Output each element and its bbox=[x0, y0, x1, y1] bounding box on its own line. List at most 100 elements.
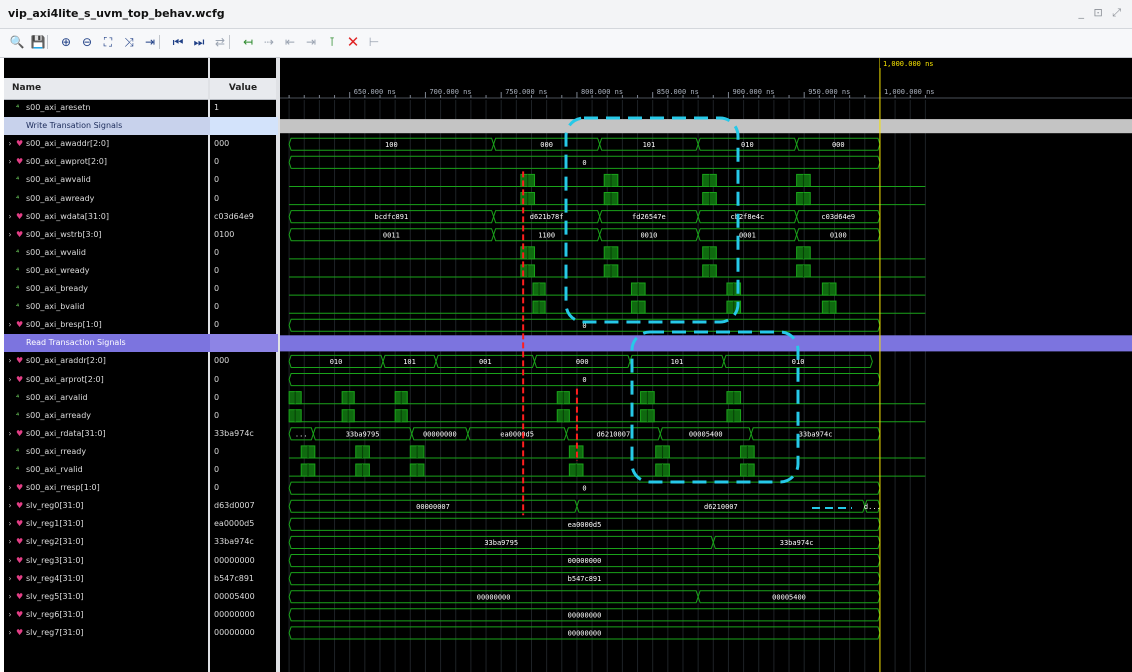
signal-row[interactable]: › ♥ slv_reg5[31:0] bbox=[4, 588, 208, 606]
expand-chevron-icon[interactable]: › bbox=[4, 570, 16, 588]
zoom-fit-icon[interactable]: ⛶ bbox=[99, 33, 117, 51]
expand-chevron-icon[interactable]: › bbox=[4, 497, 16, 515]
signal-row[interactable]: ⁴ s00_axi_bready bbox=[4, 280, 208, 298]
bus-signal-icon: ♥ bbox=[16, 555, 24, 565]
signal-row[interactable]: ⁴ s00_axi_awvalid bbox=[4, 171, 208, 189]
bus-value-label: 101 bbox=[643, 141, 656, 149]
signal-row[interactable]: › ♥ s00_axi_wdata[31:0] bbox=[4, 208, 208, 226]
signal-row[interactable]: › ♥ s00_axi_wstrb[3:0] bbox=[4, 226, 208, 244]
signal-name: s00_axi_bready bbox=[26, 284, 89, 293]
signal-group-row[interactable]: Read Transaction Signals bbox=[4, 334, 218, 353]
bus-value-label: 0100 bbox=[830, 231, 847, 239]
bus-value-label: 00000000 bbox=[568, 557, 602, 565]
go-to-end-icon[interactable]: ⏭ bbox=[190, 33, 208, 51]
bus-signal-icon: ♥ bbox=[16, 573, 24, 583]
signal-name: s00_axi_awvalid bbox=[26, 175, 91, 185]
signal-name: s00_axi_arready bbox=[26, 410, 92, 420]
signal-row[interactable]: ⁴ s00_axi_aresetn bbox=[4, 103, 208, 115]
waveform-svg[interactable]: 650.000 ns 700.000 ns 750.000 ns 800.000 ns… bbox=[280, 58, 1132, 672]
signal-row[interactable]: › ♥ s00_axi_araddr[2:0] bbox=[4, 352, 208, 370]
signal-row[interactable]: › ♥ s00_axi_awprot[2:0] bbox=[4, 153, 208, 171]
window-controls[interactable]: _ ⊡ ⤢ bbox=[1078, 6, 1124, 20]
expand-chevron-icon[interactable]: › bbox=[4, 135, 16, 153]
zoom-out-icon[interactable]: ⊖ bbox=[78, 33, 96, 51]
prev-transition-icon[interactable]: ↤ bbox=[239, 33, 257, 51]
prev-marker-icon[interactable]: ⇤ bbox=[281, 33, 299, 51]
zoom-in-icon[interactable]: ⊕ bbox=[57, 33, 75, 51]
go-to-cursor-icon[interactable]: ⤨ bbox=[120, 33, 138, 51]
signal-row[interactable]: ⁴ s00_axi_awready bbox=[4, 190, 208, 208]
expand-chevron-icon[interactable]: › bbox=[4, 479, 16, 497]
expand-chevron-icon[interactable]: › bbox=[4, 425, 16, 443]
signal-row[interactable]: › ♥ s00_axi_rdata[31:0] bbox=[4, 425, 208, 443]
expand-chevron-icon[interactable]: › bbox=[4, 533, 16, 551]
bit-signal-icon: ⁴ bbox=[16, 265, 20, 275]
save-icon[interactable]: 💾 bbox=[29, 33, 47, 51]
signal-row[interactable]: › ♥ slv_reg0[31:0] bbox=[4, 497, 208, 515]
delete-icon[interactable]: ✕ bbox=[344, 33, 362, 51]
signal-value: 0 bbox=[214, 483, 220, 493]
expand-chevron-icon[interactable]: › bbox=[4, 606, 16, 624]
axis-tick-label: 750.000 ns bbox=[505, 88, 547, 96]
signal-row[interactable]: ⁴ s00_axi_arvalid bbox=[4, 389, 208, 407]
axis-tick-label: 950.000 ns bbox=[808, 88, 850, 96]
signal-row[interactable]: › ♥ s00_axi_arprot[2:0] bbox=[4, 371, 208, 389]
signal-row[interactable]: › ♥ slv_reg6[31:0] bbox=[4, 606, 208, 624]
expand-chevron-icon[interactable]: › bbox=[4, 371, 16, 389]
expand-chevron-icon[interactable]: › bbox=[4, 588, 16, 606]
bus-signal-icon: ♥ bbox=[16, 356, 24, 366]
signal-row[interactable]: › ♥ slv_reg7[31:0] bbox=[4, 624, 208, 642]
signal-group-row[interactable]: Write Transation Signals bbox=[4, 117, 218, 136]
signal-row[interactable]: › ♥ s00_axi_awaddr[2:0] bbox=[4, 135, 208, 153]
signal-name: Write Transation Signals bbox=[26, 121, 123, 131]
signal-row[interactable]: › ♥ slv_reg3[31:0] bbox=[4, 552, 208, 570]
expand-chevron-icon[interactable]: › bbox=[4, 153, 16, 171]
expand-chevron-icon[interactable]: › bbox=[4, 515, 16, 533]
bus-value-label: 000 bbox=[540, 141, 553, 149]
signal-row[interactable]: ⁴ s00_axi_arready bbox=[4, 407, 208, 425]
bit-signal-icon: ⁴ bbox=[16, 247, 20, 257]
value-column-header[interactable]: Value bbox=[210, 78, 276, 100]
bus-value-label: ... bbox=[295, 430, 308, 438]
search-icon[interactable]: 🔍 bbox=[8, 33, 26, 51]
signal-value: 0 bbox=[214, 302, 220, 312]
toolbar-separator bbox=[159, 35, 160, 49]
expand-chevron-icon[interactable]: › bbox=[4, 624, 16, 642]
expand-chevron-icon[interactable]: › bbox=[4, 552, 16, 570]
signal-row[interactable]: ⁴ s00_axi_rready bbox=[4, 443, 208, 461]
add-marker-icon[interactable]: ⇥ bbox=[141, 33, 159, 51]
bus-value-label: d6210007 bbox=[596, 430, 630, 438]
snap-icon[interactable]: ⊢ bbox=[365, 33, 383, 51]
next-transition-icon[interactable]: ⇢ bbox=[260, 33, 278, 51]
signal-row[interactable]: › ♥ slv_reg1[31:0] bbox=[4, 515, 208, 533]
signal-row[interactable]: › ♥ s00_axi_rresp[1:0] bbox=[4, 479, 208, 497]
signal-value: 0 bbox=[214, 247, 220, 257]
next-marker-icon[interactable]: ⇥ bbox=[302, 33, 320, 51]
signal-row[interactable]: › ♥ slv_reg2[31:0] bbox=[4, 533, 208, 551]
bus-value-label: 33ba974c bbox=[799, 430, 833, 438]
bus-value-label: 000 bbox=[832, 141, 845, 149]
waveform-canvas[interactable]: 650.000 ns 700.000 ns 750.000 ns 800.000 ns… bbox=[280, 58, 1132, 672]
signal-value: 1 bbox=[214, 103, 220, 112]
signal-name: Read Transaction Signals bbox=[26, 338, 126, 348]
signal-name: s00_axi_rresp[1:0] bbox=[26, 483, 100, 493]
signal-row[interactable]: ⁴ s00_axi_bvalid bbox=[4, 298, 208, 316]
expand-chevron-icon[interactable]: › bbox=[4, 226, 16, 244]
bus-signal-icon: ♥ bbox=[16, 537, 24, 547]
insert-marker-icon[interactable]: ⊺ bbox=[323, 33, 341, 51]
bus-value-label: 010 bbox=[330, 358, 343, 366]
name-column-header[interactable]: Name bbox=[4, 78, 208, 100]
signal-row[interactable]: ⁴ s00_axi_wready bbox=[4, 262, 208, 280]
expand-chevron-icon[interactable]: › bbox=[4, 316, 16, 334]
signal-row[interactable]: › ♥ s00_axi_bresp[1:0] bbox=[4, 316, 208, 334]
signal-row[interactable]: ⁴ s00_axi_wvalid bbox=[4, 244, 208, 262]
go-to-start-icon[interactable]: ⏮ bbox=[169, 33, 187, 51]
axis-tick-label: 700.000 ns bbox=[429, 88, 471, 96]
signal-row[interactable]: ⁴ s00_axi_rvalid bbox=[4, 461, 208, 479]
expand-chevron-icon[interactable]: › bbox=[4, 352, 16, 370]
signal-row[interactable]: › ♥ slv_reg4[31:0] bbox=[4, 570, 208, 588]
axis-tick-label: 800.000 ns bbox=[581, 88, 623, 96]
swap-icon[interactable]: ⇄ bbox=[211, 33, 229, 51]
bus-value-label: 010 bbox=[741, 141, 754, 149]
expand-chevron-icon[interactable]: › bbox=[4, 208, 16, 226]
